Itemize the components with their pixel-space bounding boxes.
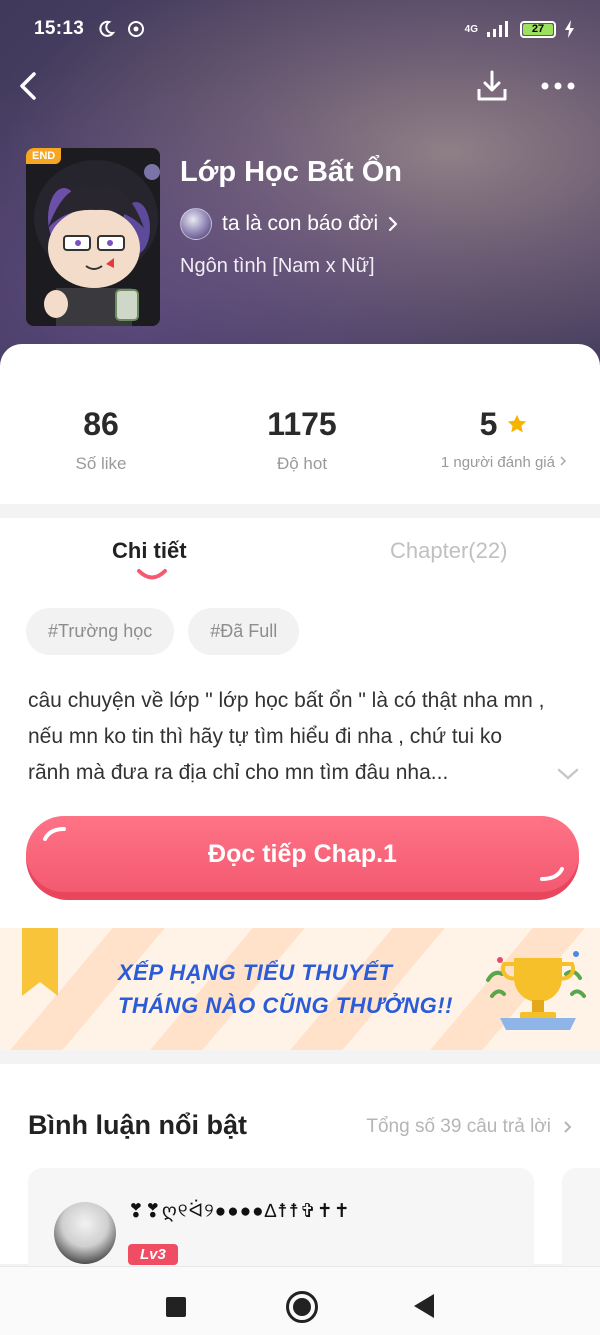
cta-shine: [43, 827, 66, 841]
cta-shine: [540, 867, 564, 881]
rating-label-row: 1 người đánh giá: [428, 454, 580, 471]
network-label: 4G: [464, 23, 478, 35]
tab-detail[interactable]: Chi tiết: [112, 538, 187, 564]
banner-text: XẾP HẠNG TIỂU THUYẾT THÁNG NÀO CŨNG THƯỞ…: [118, 956, 453, 1022]
tab-chapters[interactable]: Chapter(22): [390, 538, 507, 564]
avatar[interactable]: [54, 1202, 116, 1264]
cover-illustration: [26, 148, 160, 326]
banner-line-1: XẾP HẠNG TIỂU THUYẾT: [118, 960, 393, 985]
section-divider: [0, 504, 600, 518]
signal-icon: [487, 21, 508, 37]
chevron-right-icon: [389, 216, 398, 232]
book-cover[interactable]: END: [26, 148, 160, 326]
stat-likes: 86 Số like: [40, 404, 162, 474]
rating-label: 1 người đánh giá: [440, 454, 555, 471]
more-dots-icon: [541, 82, 575, 90]
top-navbar: [0, 64, 600, 108]
back-button[interactable]: [8, 64, 48, 108]
comment-card[interactable]: [562, 1168, 600, 1278]
battery-icon: 27: [520, 20, 556, 38]
author-link[interactable]: ta là con báo đời: [180, 208, 398, 240]
comments-total: Tổng số 39 câu trả lời: [366, 1116, 551, 1137]
recent-apps-button[interactable]: [166, 1297, 186, 1317]
chevron-down-icon[interactable]: [556, 766, 580, 782]
chevron-right-icon: [560, 456, 567, 466]
author-avatar: [180, 208, 212, 240]
battery-level: 27: [523, 23, 553, 35]
status-bar: 15:13 4G 27: [34, 14, 576, 44]
more-options-button[interactable]: [536, 64, 580, 108]
likes-label: Số like: [75, 454, 127, 473]
detail-panel: Chi tiết Chapter(22) #Trường học #Đã Ful…: [0, 518, 600, 928]
hot-label: Độ hot: [276, 454, 328, 473]
stats-section: 86 Số like 1175 Độ hot 5 1 người đánh gi…: [0, 344, 600, 504]
commenter-name: ❣❣ღ୧ᐛ୨●●●●∆☨☨✞✝✝: [128, 1201, 351, 1222]
end-badge: END: [26, 148, 62, 164]
bookmark-ribbon-icon: [22, 928, 58, 996]
book-description: câu chuyện về lớp " lớp học bất ổn " là …: [28, 689, 545, 784]
charging-icon: [565, 20, 574, 38]
chevron-left-icon: [20, 72, 36, 100]
home-button[interactable]: [286, 1291, 318, 1323]
stat-rating[interactable]: 5 1 người đánh giá: [428, 404, 580, 471]
featured-comments: Bình luận nổi bật Tổng số 39 câu trả lời…: [0, 1064, 600, 1278]
book-title: Lớp Học Bất Ổn: [180, 156, 403, 188]
settings-icon: [128, 21, 145, 37]
status-icons: [96, 19, 146, 39]
system-navigation-bar: [0, 1266, 600, 1335]
moon-icon: [99, 20, 116, 37]
comments-title: Bình luận nổi bật: [28, 1110, 247, 1140]
level-badge: Lv3: [128, 1244, 178, 1265]
stat-hot: 1175 Độ hot: [240, 404, 364, 474]
chevron-right-icon: [564, 1121, 572, 1133]
promo-banner[interactable]: XẾP HẠNG TIỂU THUYẾT THÁNG NÀO CŨNG THƯỞ…: [0, 928, 600, 1050]
comments-total-link[interactable]: Tổng số 39 câu trả lời: [366, 1116, 572, 1138]
likes-count: 86: [83, 406, 119, 442]
cta-face: Đọc tiếp Chap.1: [26, 816, 579, 892]
tab-active-indicator: [137, 569, 167, 580]
author-name: ta là con báo đời: [222, 212, 379, 235]
star-icon: [508, 414, 527, 433]
hot-count: 1175: [267, 406, 337, 442]
rating-value: 5: [479, 406, 498, 442]
rating-row: 5: [428, 404, 580, 444]
book-genre: Ngôn tình [Nam x Nữ]: [180, 255, 375, 277]
status-time: 15:13: [34, 18, 85, 39]
trophy-icon: [486, 951, 586, 1030]
download-icon: [477, 70, 507, 101]
comment-card[interactable]: ❣❣ღ୧ᐛ୨●●●●∆☨☨✞✝✝ Lv3: [28, 1168, 534, 1278]
status-right: 4G 27: [465, 20, 576, 38]
tag-list: #Trường học #Đã Full: [26, 608, 300, 655]
tag-chip[interactable]: #Đã Full: [188, 608, 300, 655]
download-button[interactable]: [470, 64, 514, 108]
tag-chip[interactable]: #Trường học: [26, 608, 175, 655]
banner-line-2: THÁNG NÀO CŨNG THƯỞNG!!: [118, 993, 453, 1018]
continue-reading-button[interactable]: Đọc tiếp Chap.1: [26, 816, 579, 900]
back-nav-button[interactable]: [414, 1294, 434, 1318]
cta-label: Đọc tiếp Chap.1: [208, 839, 397, 868]
